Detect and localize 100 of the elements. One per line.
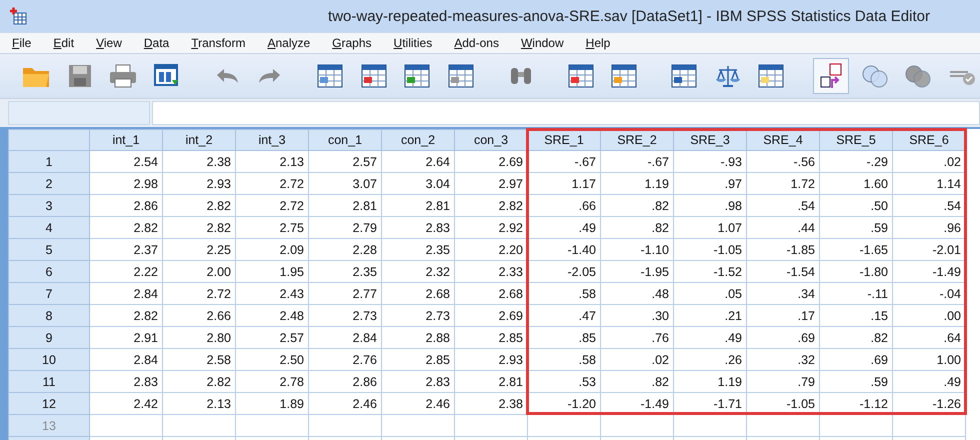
column-header[interactable]: con_1 [309, 129, 382, 151]
empty-cell[interactable] [528, 415, 601, 437]
table-cell[interactable]: .47 [528, 305, 601, 327]
column-header[interactable]: SRE_5 [820, 129, 893, 151]
row-header[interactable]: 9 [8, 327, 90, 349]
table-cell[interactable]: -1.10 [601, 239, 674, 261]
empty-cell[interactable] [455, 415, 528, 437]
table-cell[interactable]: 2.83 [90, 371, 163, 393]
table-cell[interactable]: 2.91 [90, 327, 163, 349]
table-cell[interactable]: .82 [601, 371, 674, 393]
row-header[interactable]: 1 [8, 151, 90, 173]
table-cell[interactable]: 2.43 [236, 283, 309, 305]
toolbar-button[interactable] [813, 58, 849, 94]
table-cell[interactable]: 2.69 [455, 151, 528, 173]
table-cell[interactable]: -1.54 [747, 261, 820, 283]
empty-cell[interactable] [601, 415, 674, 437]
column-header[interactable]: int_2 [163, 129, 236, 151]
table-cell[interactable]: 2.80 [163, 327, 236, 349]
table-cell[interactable]: 2.66 [163, 305, 236, 327]
menu-item[interactable]: Edit [45, 36, 82, 50]
column-header[interactable]: SRE_1 [528, 129, 601, 151]
row-header[interactable]: 6 [8, 261, 90, 283]
table-cell[interactable]: -.67 [601, 151, 674, 173]
table-cell[interactable]: 2.82 [90, 217, 163, 239]
table-cell[interactable]: .64 [893, 327, 966, 349]
table-cell[interactable]: 2.38 [163, 151, 236, 173]
table-cell[interactable]: -1.49 [601, 393, 674, 415]
empty-cell[interactable] [893, 415, 966, 437]
cell-editor-field[interactable] [152, 101, 980, 125]
table-cell[interactable]: 2.77 [309, 283, 382, 305]
table-cell[interactable]: .85 [528, 327, 601, 349]
table-cell[interactable]: 1.00 [893, 349, 966, 371]
table-cell[interactable]: 2.28 [309, 239, 382, 261]
empty-cell[interactable] [236, 415, 309, 437]
table-cell[interactable]: 1.07 [674, 217, 747, 239]
table-cell[interactable]: .59 [820, 371, 893, 393]
table-cell[interactable]: .76 [601, 327, 674, 349]
empty-cell[interactable] [747, 415, 820, 437]
table-cell[interactable]: 2.35 [309, 261, 382, 283]
row-header[interactable]: 5 [8, 239, 90, 261]
table-cell[interactable]: .58 [528, 349, 601, 371]
table-cell[interactable]: 1.89 [236, 393, 309, 415]
table-cell[interactable]: .79 [747, 371, 820, 393]
table-cell[interactable]: .44 [747, 217, 820, 239]
table-cell[interactable]: -2.01 [893, 239, 966, 261]
table-cell[interactable]: 2.33 [455, 261, 528, 283]
empty-cell[interactable] [820, 415, 893, 437]
table-cell[interactable]: .69 [747, 327, 820, 349]
empty-cell[interactable] [674, 415, 747, 437]
table-cell[interactable]: -1.05 [674, 239, 747, 261]
table-cell[interactable]: 2.69 [455, 305, 528, 327]
row-header[interactable]: 2 [8, 173, 90, 195]
menu-item[interactable]: Analyze [259, 36, 318, 50]
table-cell[interactable]: .53 [528, 371, 601, 393]
table-cell[interactable]: -1.80 [820, 261, 893, 283]
table-cell[interactable]: 2.84 [90, 349, 163, 371]
table-cell[interactable]: 2.68 [455, 283, 528, 305]
table-cell[interactable]: .26 [674, 349, 747, 371]
table-cell[interactable]: .50 [820, 195, 893, 217]
column-header[interactable]: SRE_4 [747, 129, 820, 151]
empty-cell[interactable] [309, 415, 382, 437]
table-cell[interactable]: 2.88 [382, 327, 455, 349]
table-cell[interactable]: .34 [747, 283, 820, 305]
menu-item[interactable]: Help [578, 36, 618, 50]
menu-item[interactable]: Data [136, 36, 178, 50]
table-cell[interactable]: -.67 [528, 151, 601, 173]
row-header[interactable]: 8 [8, 305, 90, 327]
table-cell[interactable]: .49 [674, 327, 747, 349]
table-cell[interactable]: 2.86 [309, 371, 382, 393]
table-cell[interactable]: 2.82 [163, 195, 236, 217]
table-cell[interactable]: -1.65 [820, 239, 893, 261]
table-cell[interactable]: .66 [528, 195, 601, 217]
table-cell[interactable]: 2.38 [455, 393, 528, 415]
table-cell[interactable]: 2.92 [455, 217, 528, 239]
table-cell[interactable]: 2.81 [455, 371, 528, 393]
table-cell[interactable]: 3.07 [309, 173, 382, 195]
table-cell[interactable]: 2.85 [455, 327, 528, 349]
table-cell[interactable]: .21 [674, 305, 747, 327]
menu-item[interactable]: Window [512, 36, 572, 50]
table-cell[interactable]: 2.25 [163, 239, 236, 261]
empty-cell[interactable] [163, 415, 236, 437]
table-cell[interactable]: 1.72 [747, 173, 820, 195]
table-cell[interactable]: 2.86 [90, 195, 163, 217]
table-cell[interactable]: 2.85 [382, 349, 455, 371]
table-cell[interactable]: .82 [601, 195, 674, 217]
menu-item[interactable]: Transform [183, 36, 254, 50]
row-header[interactable]: 7 [8, 283, 90, 305]
table-cell[interactable]: -.93 [674, 151, 747, 173]
table-cell[interactable]: 2.75 [236, 217, 309, 239]
column-header[interactable]: con_2 [382, 129, 455, 151]
table-cell[interactable]: 3.04 [382, 173, 455, 195]
table-cell[interactable]: -1.49 [893, 261, 966, 283]
table-cell[interactable]: -1.85 [747, 239, 820, 261]
table-cell[interactable]: 2.82 [163, 371, 236, 393]
table-cell[interactable]: .58 [528, 283, 601, 305]
table-cell[interactable]: 2.48 [236, 305, 309, 327]
table-cell[interactable]: 1.17 [528, 173, 601, 195]
table-cell[interactable]: -1.40 [528, 239, 601, 261]
table-cell[interactable]: 2.73 [309, 305, 382, 327]
row-header[interactable]: 12 [8, 393, 90, 415]
